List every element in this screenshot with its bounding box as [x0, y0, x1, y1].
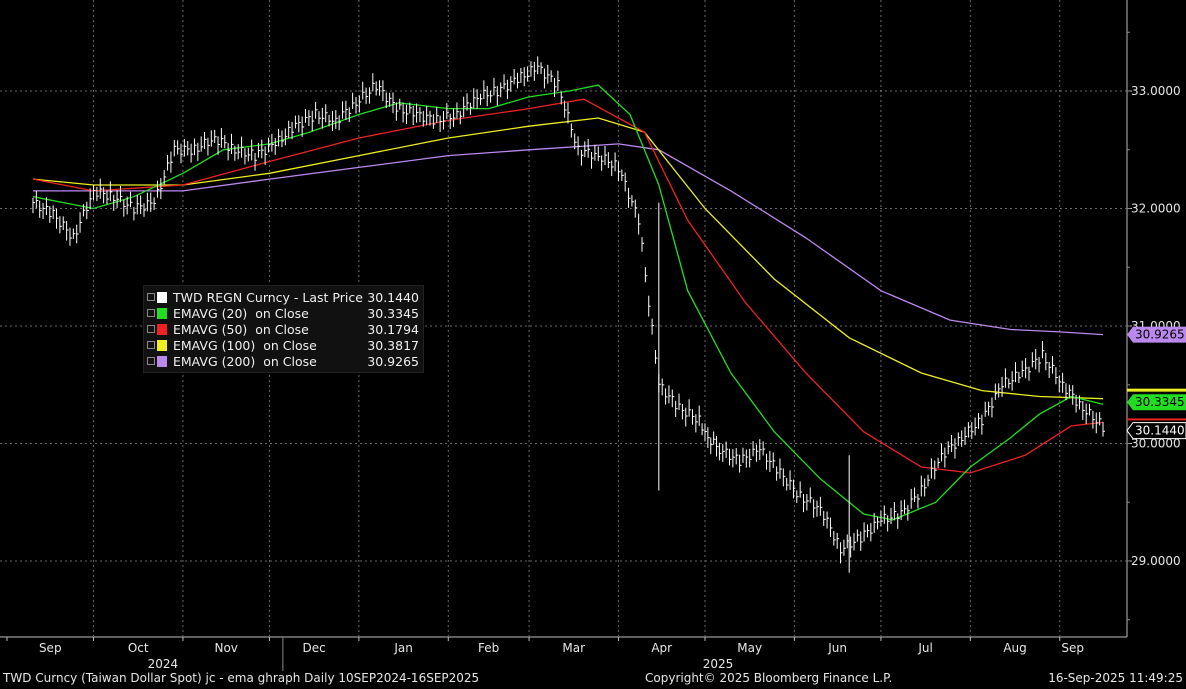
x-tick-label: Oct	[128, 641, 149, 655]
legend-swatch-ema20	[157, 307, 167, 319]
x-tick-label: Sep	[1061, 641, 1084, 655]
y-tick-label: 33.0000	[1131, 84, 1181, 98]
legend-item-ema20: EMAVG (20) on Close 30.3345	[147, 305, 419, 321]
x-tick-label: Dec	[303, 641, 326, 655]
legend-item-ema100: EMAVG (100) on Close 30.3817	[147, 337, 419, 353]
y-tick-label: 32.0000	[1131, 202, 1181, 216]
value-tag-label: 30.3345	[1135, 395, 1185, 409]
legend-swatch-ema100	[157, 339, 167, 351]
legend-toggle-icon[interactable]	[147, 357, 155, 365]
chart-legend: TWD REGN Curncy - Last Price 30.1440 EMA…	[143, 285, 424, 373]
legend-toggle-icon[interactable]	[147, 325, 155, 333]
x-tick-label: Sep	[39, 641, 62, 655]
x-tick-label: Jan	[393, 641, 413, 655]
x-tick-label: Aug	[1003, 641, 1026, 655]
x-tick-label: Mar	[562, 641, 585, 655]
legend-swatch-last-price	[157, 291, 167, 303]
legend-value: 30.1440	[367, 289, 419, 305]
legend-value: 30.3817	[367, 337, 419, 353]
legend-label: EMAVG (50) on Close	[173, 321, 309, 337]
x-tick-label: Apr	[651, 641, 672, 655]
legend-item-last-price: TWD REGN Curncy - Last Price 30.1440	[147, 289, 419, 305]
legend-label: EMAVG (200) on Close	[173, 353, 317, 369]
value-tag-label: 30.9265	[1135, 328, 1185, 342]
y-tick-label: 29.0000	[1131, 554, 1181, 568]
legend-toggle-icon[interactable]	[147, 293, 155, 301]
legend-value: 30.1794	[367, 321, 419, 337]
legend-value: 30.9265	[367, 353, 419, 369]
x-tick-label: Nov	[214, 641, 237, 655]
x-tick-label: May	[737, 641, 762, 655]
legend-item-ema50: EMAVG (50) on Close 30.1794	[147, 321, 419, 337]
legend-swatch-ema50	[157, 323, 167, 335]
ema100-indicator	[1127, 388, 1186, 392]
legend-item-ema200: EMAVG (200) on Close 30.9265	[147, 353, 419, 369]
year-label: 2024	[148, 657, 179, 671]
legend-label: EMAVG (100) on Close	[173, 337, 317, 353]
ema50-indicator	[1127, 418, 1186, 421]
legend-toggle-icon[interactable]	[147, 309, 155, 317]
x-tick-label: Feb	[478, 641, 499, 655]
value-tag-label: 30.1440	[1135, 424, 1185, 438]
legend-toggle-icon[interactable]	[147, 341, 155, 349]
footer-security-description: TWD Curncy (Taiwan Dollar Spot) jc - ema…	[3, 671, 480, 685]
legend-value: 30.3345	[367, 305, 419, 321]
footer-copyright: Copyright© 2025 Bloomberg Finance L.P.	[645, 671, 893, 685]
legend-label: TWD REGN Curncy - Last Price	[173, 289, 363, 305]
legend-swatch-ema200	[157, 355, 167, 367]
footer-timestamp: 16-Sep-2025 11:49:25	[1048, 671, 1183, 685]
x-tick-label: Jun	[827, 641, 847, 655]
x-tick-label: Jul	[917, 641, 932, 655]
legend-label: EMAVG (20) on Close	[173, 305, 309, 321]
year-label: 2025	[703, 657, 734, 671]
